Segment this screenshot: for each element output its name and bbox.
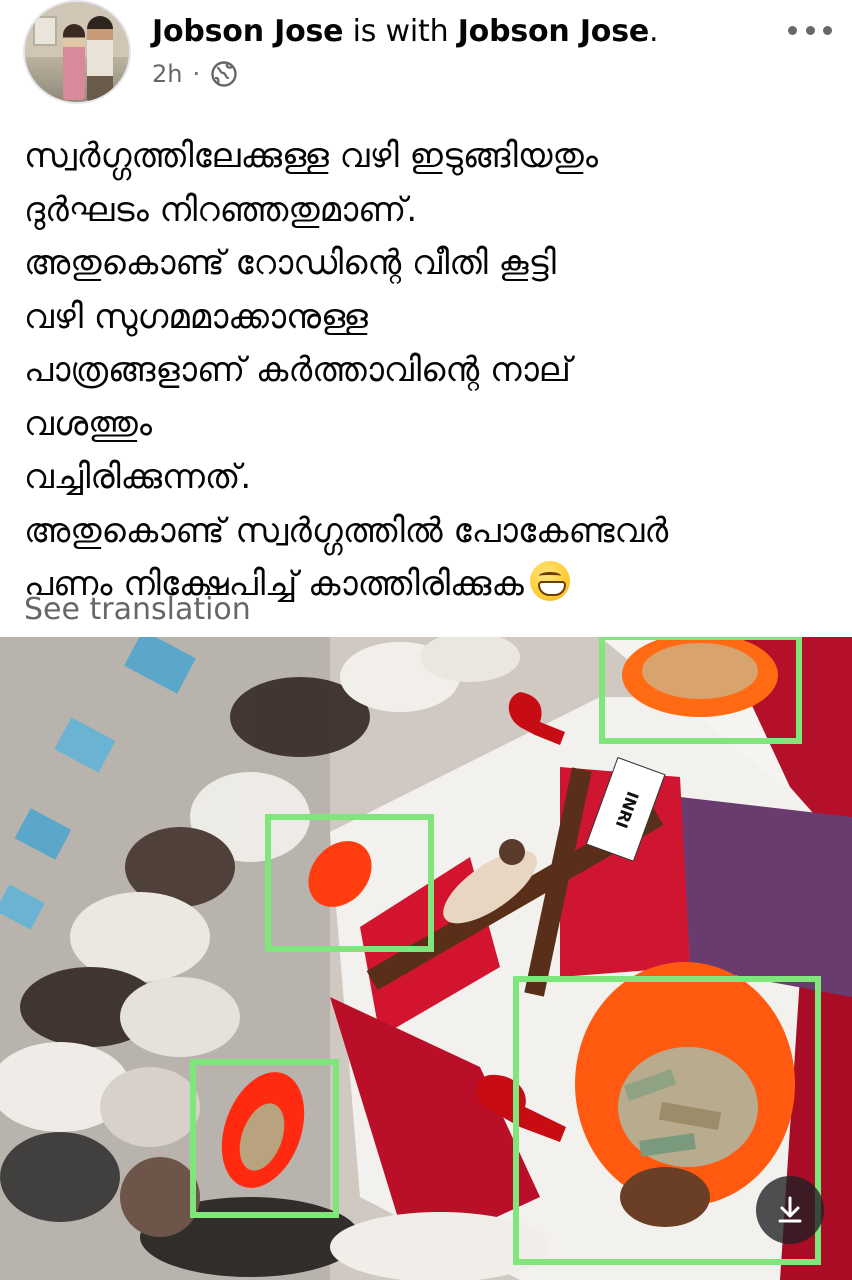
author-avatar[interactable] bbox=[23, 0, 131, 104]
meta-separator: · bbox=[192, 60, 201, 88]
post-text-line: അതുകൊണ്ട് സ്വർഗ്ഗത്തിൽ പോകേണ്ടവർ bbox=[24, 510, 669, 551]
tagged-name[interactable]: Jobson Jose bbox=[458, 14, 649, 49]
with-connector: is with bbox=[343, 14, 458, 49]
globe-icon[interactable] bbox=[210, 60, 238, 88]
more-horizontal-icon[interactable] bbox=[788, 22, 832, 38]
post-text-line: പാത്രങ്ങളാണ് കർത്താവിന്റെ നാല് bbox=[24, 350, 571, 390]
post-text-line: വഴി സുഗമമാക്കാനുള്ള bbox=[24, 296, 368, 337]
author-line: Jobson Jose is with Jobson Jose. bbox=[152, 14, 659, 49]
post-text: സ്വർഗ്ഗത്തിലേക്കുള്ള വഴി ഇടുങ്ങിയതും ദുർ… bbox=[24, 130, 834, 612]
post-text-line: സ്വർഗ്ഗത്തിലേക്കുള്ള വഴി ഇടുങ്ങിയതും bbox=[24, 136, 598, 176]
post-photo[interactable]: INRI bbox=[0, 637, 852, 1280]
download-icon[interactable] bbox=[756, 1176, 824, 1244]
photo-illustration: INRI bbox=[0, 637, 852, 1280]
post-text-line: അതുകൊണ്ട് റോഡിന്റെ വീതി കൂട്ടി bbox=[24, 243, 556, 283]
see-translation-link[interactable]: See translation bbox=[24, 592, 251, 627]
grinning-face-emoji bbox=[529, 561, 570, 601]
post-meta: 2h · bbox=[152, 60, 238, 88]
post-text-line: വച്ചിരിക്കുന്നത്. bbox=[24, 457, 252, 497]
name-period: . bbox=[649, 14, 659, 49]
author-name[interactable]: Jobson Jose bbox=[152, 14, 343, 49]
post-text-line: വശത്തും bbox=[24, 403, 153, 444]
post-header: Jobson Jose is with Jobson Jose. 2h · bbox=[0, 0, 852, 110]
post-time[interactable]: 2h bbox=[152, 60, 182, 88]
post-text-line: ദുർഘടം നിറഞ്ഞതുമാണ്. bbox=[24, 189, 418, 230]
